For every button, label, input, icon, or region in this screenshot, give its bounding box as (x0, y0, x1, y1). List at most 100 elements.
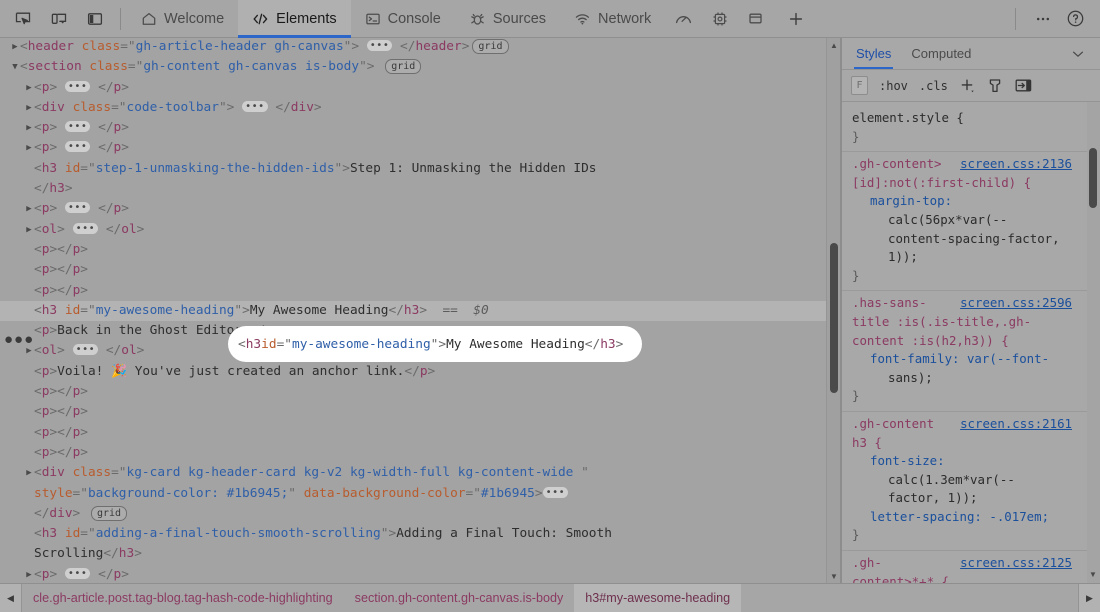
filter-styles-input[interactable]: F (851, 76, 868, 95)
dom-node-row[interactable]: ·style="background-color: #1b6945;" data… (0, 484, 826, 504)
tab-computed[interactable]: Computed (901, 38, 981, 69)
breadcrumb-scroll-right[interactable]: ▶ (1078, 584, 1100, 612)
expand-ellipsis-icon[interactable]: ••• (242, 100, 268, 112)
grid-badge[interactable]: grid (472, 39, 509, 54)
css-declaration[interactable]: font-family: var(--font- (852, 350, 1086, 369)
css-rule[interactable]: .gh-content> screen.css:2136 [id]:not(:fir… (842, 152, 1100, 292)
dom-node-row[interactable]: ·<p></p> (0, 402, 826, 422)
scroll-up-arrow[interactable]: ▲ (827, 38, 840, 52)
scroll-down-arrow[interactable]: ▼ (827, 569, 840, 583)
css-declaration-value-line[interactable]: 1)); (852, 248, 1086, 267)
tab-performance[interactable] (665, 0, 702, 38)
css-declaration[interactable]: letter-spacing: -.017em; (852, 508, 1086, 527)
dom-node-row[interactable]: ·<h3 id="my-awesome-heading">My Awesome … (0, 300, 826, 322)
css-rule-origin-link[interactable]: screen.css:2125 (960, 554, 1072, 573)
css-declaration-value-line[interactable]: calc(1.3em*var(-- (852, 471, 1086, 490)
twisty-collapsed-icon[interactable]: ▶ (24, 139, 34, 158)
tab-memory[interactable] (702, 0, 738, 38)
tab-styles[interactable]: Styles (846, 38, 901, 69)
toggle-class-button[interactable]: .cls (919, 79, 948, 93)
dom-node-row[interactable]: ·<p></p> (0, 382, 826, 402)
elements-dom-pane[interactable]: ·<article class="gh-article post tag-blo… (0, 38, 840, 583)
twisty-collapsed-icon[interactable]: ▶ (24, 566, 34, 583)
css-declaration[interactable]: font-size: (852, 452, 1086, 471)
twisty-collapsed-icon[interactable]: ▶ (24, 464, 34, 483)
dom-node-row[interactable]: ·Scrolling</h3> (0, 544, 826, 564)
css-selector[interactable]: .gh-screen.css:2125 (852, 554, 1086, 573)
twisty-collapsed-icon[interactable]: ▶ (24, 99, 34, 118)
dom-node-row[interactable]: ▶ <ol> ••• </ol> (0, 220, 826, 240)
tab-elements[interactable]: Elements (238, 0, 352, 38)
add-panel-button[interactable] (773, 0, 819, 38)
css-rule-origin-link[interactable]: screen.css:2161 (960, 415, 1072, 434)
expand-ellipsis-icon[interactable]: ••• (64, 141, 91, 153)
dock-panel-icon[interactable] (82, 6, 108, 32)
twisty-collapsed-icon[interactable]: ▶ (24, 119, 34, 138)
css-rule-origin-link[interactable]: screen.css:2136 (960, 155, 1072, 174)
dom-node-row[interactable]: ·<p></p> (0, 281, 826, 301)
expand-ellipsis-icon[interactable]: ••• (64, 80, 91, 92)
grid-badge[interactable]: grid (385, 59, 422, 75)
twisty-collapsed-icon[interactable]: ▶ (24, 200, 34, 219)
expand-ellipsis-icon[interactable]: ••• (72, 344, 99, 356)
inspect-element-icon[interactable] (10, 6, 36, 32)
css-declaration-value-line[interactable]: calc(56px*var(-- (852, 211, 1086, 230)
css-selector[interactable]: .gh-content screen.css:2161 (852, 415, 1086, 434)
dom-tree[interactable]: ·<article class="gh-article post tag-blo… (0, 38, 826, 583)
dom-node-row[interactable]: ·<p></p> (0, 443, 826, 463)
expand-ellipsis-icon[interactable]: ••• (542, 486, 569, 498)
dom-node-row[interactable]: ▶ <p> ••• </p> (0, 78, 826, 98)
toggle-hover-state-button[interactable]: :hov (879, 79, 908, 93)
expand-ellipsis-icon[interactable]: ••• (64, 202, 91, 214)
tab-console[interactable]: Console (351, 0, 455, 38)
css-selector[interactable]: .gh-content> screen.css:2136 (852, 155, 1086, 174)
dom-node-row[interactable]: ▼ <section class="gh-content gh-canvas is… (0, 57, 826, 77)
grid-badge[interactable]: grid (90, 505, 128, 521)
styles-scrollbar[interactable]: ▼ (1087, 102, 1100, 583)
css-declaration-value-line[interactable]: content-spacing-factor, (852, 230, 1086, 249)
node-badge-dots[interactable]: ●●● (4, 332, 34, 347)
chevron-down-icon[interactable] (1070, 46, 1096, 62)
css-declaration[interactable]: margin-top: (852, 192, 1086, 211)
dom-node-row[interactable]: ·<p></p> (0, 423, 826, 443)
dom-node-row[interactable]: ▶ <p> ••• </p> (0, 138, 826, 158)
tab-welcome[interactable]: Welcome (127, 0, 238, 38)
dom-node-row[interactable]: ▶ <div class="code-toolbar"> ••• </div> (0, 98, 826, 118)
dom-node-row[interactable]: ▶ <header class="gh-article-header gh-can… (0, 38, 826, 57)
dom-node-row[interactable]: ·<p>Voila! 🎉 You've just created an anch… (0, 362, 826, 382)
css-rule[interactable]: element.style {} (842, 106, 1100, 153)
twisty-collapsed-icon[interactable]: ▶ (10, 38, 20, 57)
tab-network[interactable]: Network (560, 0, 665, 38)
twisty-collapsed-icon[interactable]: ▶ (24, 79, 34, 98)
plus-icon[interactable] (959, 77, 976, 94)
css-declaration-value-line[interactable]: sans); (852, 369, 1086, 388)
css-rule-origin-link[interactable]: screen.css:2596 (960, 294, 1072, 313)
breadcrumb-scroll-left[interactable]: ◀ (0, 584, 22, 612)
dom-node-row[interactable]: ·<p></p> (0, 260, 826, 280)
dom-node-row[interactable]: ·</div> grid (0, 504, 826, 524)
dom-scroll-thumb[interactable] (830, 243, 838, 393)
twisty-expanded-icon[interactable]: ▼ (10, 58, 20, 77)
css-rule[interactable]: .gh-content screen.css:2161 h3 {font-size:… (842, 412, 1100, 552)
device-toolbar-icon[interactable] (46, 6, 72, 32)
css-selector[interactable]: element.style { (852, 109, 1086, 128)
css-selector[interactable]: .has-sans-screen.css:2596 (852, 294, 1086, 313)
more-options-icon[interactable] (1030, 6, 1056, 32)
dom-node-row[interactable]: ▶ <p> ••• </p> (0, 199, 826, 219)
breadcrumb-item-h3[interactable]: h3#my-awesome-heading (574, 584, 742, 612)
expand-ellipsis-icon[interactable]: ••• (64, 121, 91, 133)
tab-sources[interactable]: Sources (455, 0, 560, 38)
expand-ellipsis-icon[interactable]: ••• (64, 567, 91, 579)
expand-ellipsis-icon[interactable]: ••• (72, 222, 99, 234)
eyedropper-icon[interactable] (987, 77, 1003, 94)
dom-node-row[interactable]: ·<h3 id="step-1-unmasking-the-hidden-ids… (0, 159, 826, 179)
dom-node-row[interactable]: ▶ <div class="kg-card kg-header-card kg-v… (0, 463, 826, 483)
dom-node-row[interactable]: ·</h3> (0, 179, 826, 199)
styles-scroll-down-arrow[interactable]: ▼ (1086, 567, 1100, 581)
css-rules-list[interactable]: element.style {} .gh-content> screen.css:2… (842, 102, 1100, 583)
help-icon[interactable] (1062, 6, 1088, 32)
dom-node-row[interactable]: ·<p></p> (0, 240, 826, 260)
dom-node-row[interactable]: ·<h3 id="adding-a-final-touch-smooth-scr… (0, 524, 826, 544)
expand-ellipsis-icon[interactable]: ••• (366, 40, 393, 51)
breadcrumb-item-section[interactable]: section.gh-content.gh-canvas.is-body (344, 584, 575, 612)
